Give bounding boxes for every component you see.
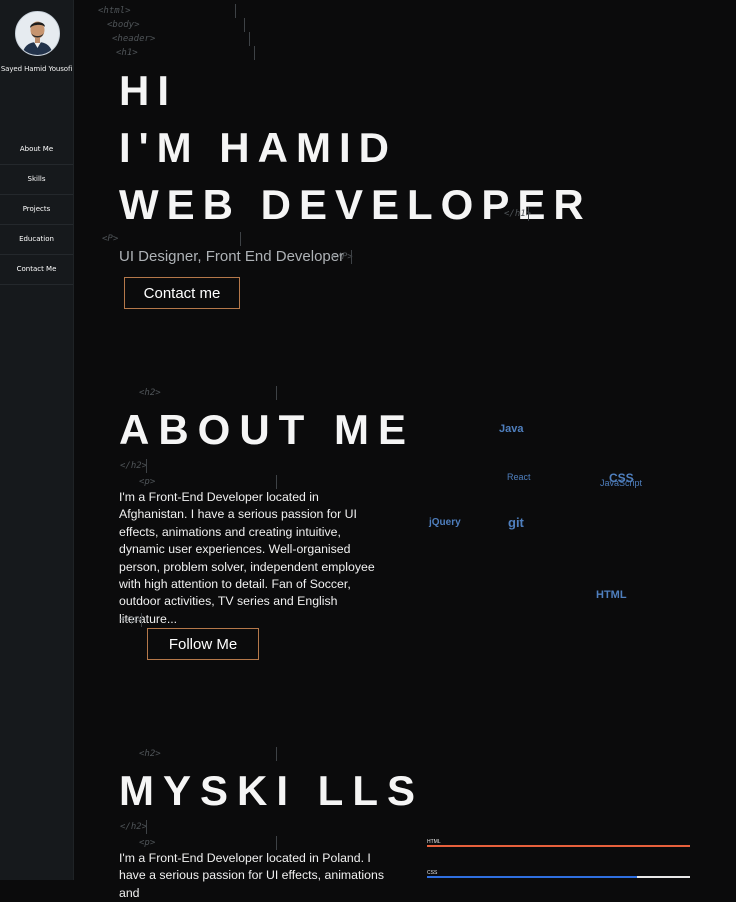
hero-subtitle: UI Designer, Front End Developer — [119, 248, 345, 265]
skill-bar-css — [427, 876, 690, 878]
word-cloud-html: HTML — [596, 589, 627, 601]
follow-me-button[interactable]: Follow Me — [147, 628, 259, 660]
word-cloud-javascript: JavaScript — [600, 478, 643, 488]
word-cloud-jquery: jQuery — [429, 517, 461, 528]
word-cloud-git: git — [508, 515, 524, 530]
skills-paragraph: I'm a Front-End Developer located in Pol… — [119, 851, 384, 900]
profile-name: Sayed Hamid Yousofi — [0, 65, 73, 73]
word-cloud-java: Java — [499, 423, 524, 435]
p-open-tag: <p> — [139, 838, 156, 848]
nav-item-contact-me[interactable]: Contact Me — [0, 255, 73, 285]
h2-close-tag: </h2> — [120, 822, 148, 832]
hero-heading-line-3: WEB DEVELOPER — [119, 181, 592, 228]
nav-item-education[interactable]: Education — [0, 225, 73, 255]
h2-open-tag: <h2> — [139, 749, 161, 759]
about-title: ABOUT ME — [119, 406, 415, 453]
sidebar-nav: About Me Skills Projects Education Conta… — [0, 135, 73, 285]
cursor-line — [276, 475, 277, 489]
cursor-line — [240, 232, 241, 246]
nav-item-projects[interactable]: Projects — [0, 195, 73, 225]
h2-open-tag: <h2> — [139, 388, 161, 398]
skills-title: MYSKI LLS — [119, 767, 425, 814]
cursor-line — [244, 18, 245, 32]
sidebar: Sayed Hamid Yousofi About Me Skills Proj… — [0, 0, 74, 880]
skill-bar-fill-html — [427, 845, 690, 847]
cursor-line — [528, 207, 529, 221]
p-open-tag: <p> — [139, 477, 156, 487]
about-paragraph: I'm a Front-End Developer located in Afg… — [119, 490, 375, 626]
p-close-tag: </P> — [331, 252, 353, 262]
html-open-tag: <html> — [98, 6, 131, 16]
h2-close-tag: </h2> — [120, 461, 148, 471]
cursor-line — [351, 250, 352, 264]
skill-bar-fill-css — [427, 876, 638, 878]
p-close-tag: </p> — [120, 615, 142, 625]
contact-me-button[interactable]: Contact me — [124, 277, 240, 309]
cursor-line — [254, 46, 255, 60]
cursor-line — [235, 4, 236, 18]
cursor-line — [146, 459, 147, 473]
skill-bar-html — [427, 845, 690, 847]
p-open-tag: <P> — [102, 234, 119, 244]
avatar[interactable] — [15, 11, 60, 56]
h1-open-tag: <h1> — [116, 48, 138, 58]
cursor-line — [276, 386, 277, 400]
profile-photo-icon — [16, 12, 59, 55]
cursor-line — [146, 820, 147, 834]
cursor-line — [276, 836, 277, 850]
cursor-line — [249, 32, 250, 46]
word-cloud-react: React — [507, 472, 531, 482]
header-open-tag: <header> — [112, 34, 156, 44]
nav-item-about-me[interactable]: About Me — [0, 135, 73, 165]
hero-heading-line-2: I'M HAMID — [119, 124, 397, 171]
cursor-line — [276, 747, 277, 761]
body-open-tag: <body> — [107, 20, 140, 30]
hero-heading-line-1: HI — [119, 67, 177, 114]
nav-item-skills[interactable]: Skills — [0, 165, 73, 195]
cursor-line — [141, 613, 142, 627]
